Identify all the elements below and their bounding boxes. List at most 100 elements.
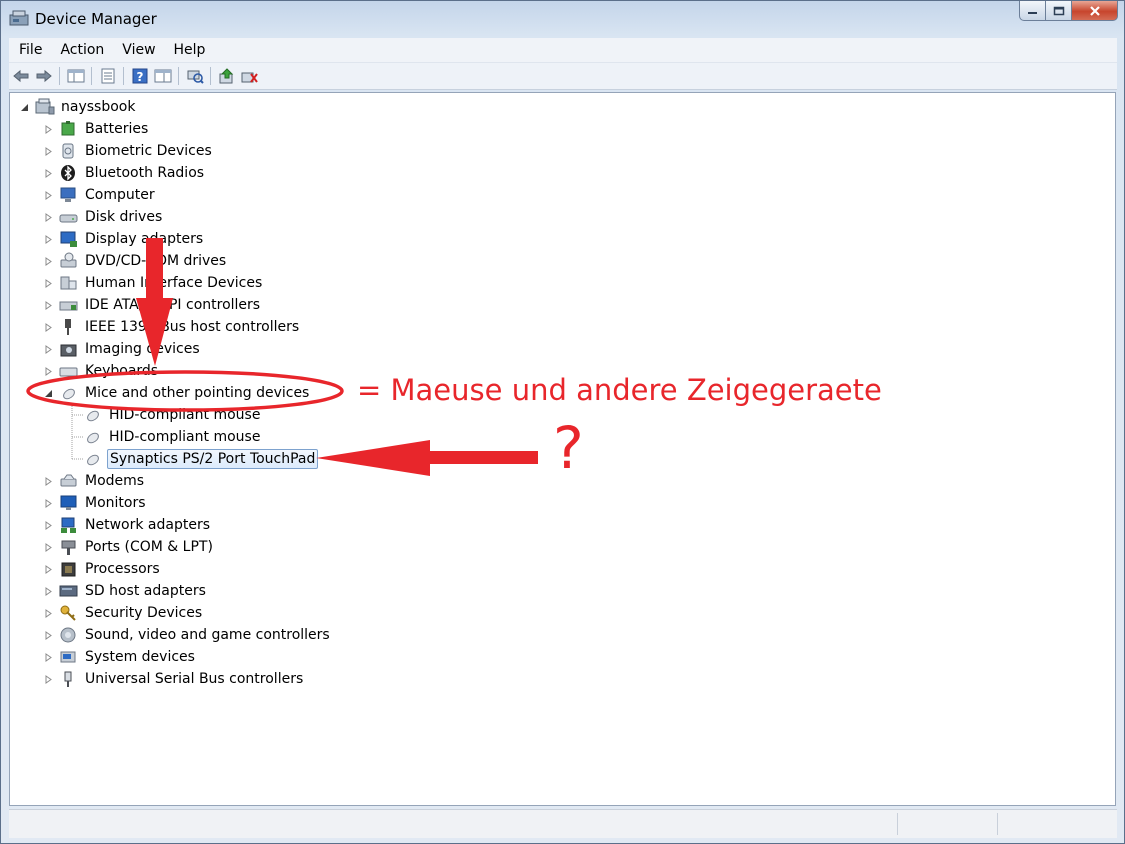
tree-item-network-adapters[interactable]: Network adapters <box>44 514 212 536</box>
tree-item-computer[interactable]: Computer <box>44 184 157 206</box>
title-bar[interactable]: Device Manager <box>1 1 1124 37</box>
update-driver-icon[interactable] <box>216 65 238 87</box>
computer-icon <box>35 98 55 116</box>
collapse-arrow-icon[interactable] <box>20 103 29 112</box>
show-hide-tree-icon[interactable] <box>65 65 87 87</box>
status-pane <box>897 813 998 835</box>
caption-buttons <box>1019 1 1118 21</box>
tree-item-processors[interactable]: Processors <box>44 558 162 580</box>
mouse-icon <box>83 406 103 424</box>
battery-icon <box>59 120 79 138</box>
tree-item-security-devices[interactable]: Security Devices <box>44 602 204 624</box>
tree-item-label: Monitors <box>85 495 146 511</box>
modem-icon <box>59 472 79 490</box>
expand-arrow-icon[interactable] <box>44 366 53 376</box>
tree-item-keyboards[interactable]: Keyboards <box>44 360 160 382</box>
tree-item-disk-drives[interactable]: Disk drives <box>44 206 164 228</box>
tree-item-imaging-devices[interactable]: Imaging devices <box>44 338 202 360</box>
system-device-icon <box>59 648 79 666</box>
expand-arrow-icon[interactable] <box>44 564 53 574</box>
tree-item-system-devices[interactable]: System devices <box>44 646 197 668</box>
biometric-icon <box>59 142 79 160</box>
expand-arrow-icon[interactable] <box>44 520 53 530</box>
tree-item-label: SD host adapters <box>85 583 206 599</box>
properties-icon[interactable] <box>97 65 119 87</box>
network-adapter-icon <box>59 516 79 534</box>
bluetooth-icon <box>59 164 79 182</box>
expand-arrow-icon[interactable] <box>44 674 53 684</box>
tree-item-ports-com-lpt[interactable]: Ports (COM & LPT) <box>44 536 215 558</box>
uninstall-icon[interactable] <box>239 65 261 87</box>
tree-item-batteries[interactable]: Batteries <box>44 118 150 140</box>
status-bar <box>9 809 1117 838</box>
tree-item-label: Imaging devices <box>85 341 200 357</box>
expand-arrow-icon[interactable] <box>44 124 53 134</box>
tree-item-label: HID-compliant mouse <box>109 429 261 445</box>
tree-item-label: Batteries <box>85 121 149 137</box>
tree-child-hid-compliant-mouse[interactable]: HID-compliant mouse <box>83 426 262 448</box>
tree-item-sound-video-and-game-controllers[interactable]: Sound, video and game controllers <box>44 624 332 646</box>
expand-arrow-icon[interactable] <box>44 256 53 266</box>
expand-arrow-icon[interactable] <box>44 586 53 596</box>
tree-item-biometric-devices[interactable]: Biometric Devices <box>44 140 214 162</box>
expand-arrow-icon[interactable] <box>44 608 53 618</box>
menu-file[interactable]: File <box>9 42 50 58</box>
expand-arrow-icon[interactable] <box>44 168 53 178</box>
help-icon[interactable]: ? <box>129 65 151 87</box>
tree-item-ieee-1394-bus-host-controllers[interactable]: IEEE 1394 Bus host controllers <box>44 316 301 338</box>
tree-root-label: nayssbook <box>61 99 136 115</box>
expand-arrow-icon[interactable] <box>44 344 53 354</box>
minimize-button[interactable] <box>1019 1 1046 21</box>
translation-annotation: = Maeuse und andere Zeigegeraete <box>357 373 882 407</box>
menu-view[interactable]: View <box>112 42 163 58</box>
tree-item-label: Sound, video and game controllers <box>85 627 330 643</box>
back-icon[interactable] <box>10 65 32 87</box>
tree-item-mice-and-other-pointing-devices[interactable]: Mice and other pointing devices <box>44 382 311 404</box>
tree-item-modems[interactable]: Modems <box>44 470 146 492</box>
device-manager-app-icon <box>9 9 29 27</box>
expand-arrow-icon[interactable] <box>44 278 53 288</box>
menu-action[interactable]: Action <box>50 42 112 58</box>
expand-arrow-icon[interactable] <box>44 476 53 486</box>
close-button[interactable] <box>1072 1 1118 21</box>
usb-icon <box>59 670 79 688</box>
tree-item-ide-ata-atapi-controllers[interactable]: IDE ATA/ATAPI controllers <box>44 294 262 316</box>
tree-item-label: HID-compliant mouse <box>109 407 261 423</box>
forward-icon[interactable] <box>33 65 55 87</box>
view-icon[interactable] <box>152 65 174 87</box>
tree-item-label: Processors <box>85 561 160 577</box>
tree-item-monitors[interactable]: Monitors <box>44 492 148 514</box>
tree-item-label: Network adapters <box>85 517 210 533</box>
scan-hardware-icon[interactable] <box>184 65 206 87</box>
expand-arrow-icon[interactable] <box>44 234 53 244</box>
collapse-arrow-icon[interactable] <box>44 389 53 398</box>
maximize-icon <box>1053 6 1064 15</box>
tree-item-bluetooth-radios[interactable]: Bluetooth Radios <box>44 162 206 184</box>
tree-child-synaptics-ps-2-port-touchpad[interactable]: Synaptics PS/2 Port TouchPad <box>83 448 319 470</box>
expand-arrow-icon[interactable] <box>44 652 53 662</box>
ide-controller-icon <box>59 296 79 314</box>
tree-item-universal-serial-bus-controllers[interactable]: Universal Serial Bus controllers <box>44 668 305 690</box>
tree-item-dvd-cd-rom-drives[interactable]: DVD/CD-ROM drives <box>44 250 228 272</box>
expand-arrow-icon[interactable] <box>44 300 53 310</box>
selected-device-label: Synaptics PS/2 Port TouchPad <box>107 449 319 469</box>
tree-item-label: Modems <box>85 473 145 489</box>
tree-child-hid-compliant-mouse[interactable]: HID-compliant mouse <box>83 404 262 426</box>
toolbar-separator <box>59 67 60 85</box>
tree-item-display-adapters[interactable]: Display adapters <box>44 228 205 250</box>
maximize-button[interactable] <box>1046 1 1072 21</box>
tree-item-sd-host-adapters[interactable]: SD host adapters <box>44 580 208 602</box>
tree-root-row[interactable]: nayssbook <box>20 96 137 118</box>
expand-arrow-icon[interactable] <box>44 498 53 508</box>
expand-arrow-icon[interactable] <box>44 212 53 222</box>
tree-item-human-interface-devices[interactable]: Human Interface Devices <box>44 272 264 294</box>
expand-arrow-icon[interactable] <box>44 146 53 156</box>
menu-help[interactable]: Help <box>164 42 214 58</box>
expand-arrow-icon[interactable] <box>44 630 53 640</box>
expand-arrow-icon[interactable] <box>44 542 53 552</box>
expand-arrow-icon[interactable] <box>44 322 53 332</box>
mouse-icon <box>83 450 103 468</box>
tree-item-label: DVD/CD-ROM drives <box>85 253 227 269</box>
expand-arrow-icon[interactable] <box>44 190 53 200</box>
menu-bar: File Action View Help <box>9 38 1117 63</box>
